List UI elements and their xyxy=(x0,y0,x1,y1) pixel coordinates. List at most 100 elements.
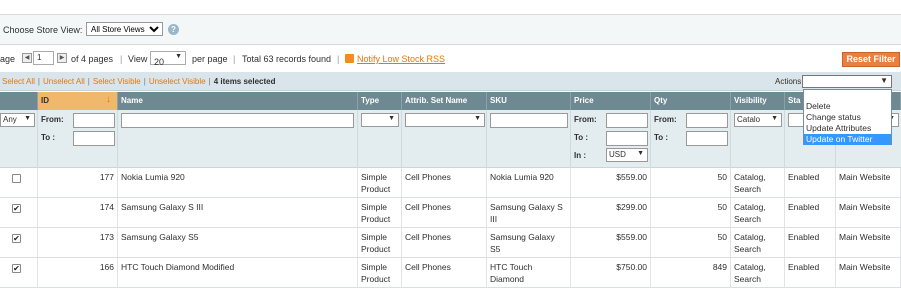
visibility-filter-select[interactable]: Catalo ▼ xyxy=(734,113,782,127)
header-id-label: ID xyxy=(41,96,49,105)
per-page-select[interactable]: 20 ▼ xyxy=(150,51,186,67)
cell-sku: HTC Touch Diamond xyxy=(487,258,571,288)
table-row[interactable]: 177 Nokia Lumia 920 Simple Product Cell Pho… xyxy=(0,168,901,198)
filter-attribute-set: ▼ xyxy=(402,110,487,168)
cell-attribute-set: Cell Phones xyxy=(402,258,487,288)
cell-websites: Main Website xyxy=(836,258,901,288)
filter-name xyxy=(118,110,358,168)
header-type[interactable]: Type xyxy=(358,92,402,110)
cell-websites: Main Website xyxy=(836,168,901,198)
chevron-down-icon: ▼ xyxy=(24,115,31,122)
cell-visibility: Catalog, Search xyxy=(731,258,785,288)
cell-price: $750.00 xyxy=(571,258,651,288)
price-from-input[interactable] xyxy=(606,113,648,128)
grid-header: ID ↓ Name Type Attrib. Set Name SKU Price… xyxy=(0,92,901,110)
cell-websites: Main Website xyxy=(836,198,901,228)
cell-price: $559.00 xyxy=(571,168,651,198)
divider: | xyxy=(87,77,90,86)
qty-from-input[interactable] xyxy=(686,113,728,128)
cell-attribute-set: Cell Phones xyxy=(402,228,487,258)
sort-arrow-icon: ↓ xyxy=(106,94,111,105)
notify-low-stock-link[interactable]: Notify Low Stock RSS xyxy=(357,54,445,64)
header-visibility[interactable]: Visibility xyxy=(731,92,785,110)
divider: | xyxy=(120,54,123,64)
currency-select[interactable]: USD ▼ xyxy=(606,148,648,162)
prev-page-icon[interactable]: ◀ xyxy=(22,53,32,63)
table-row[interactable]: ✔ 166 HTC Touch Diamond Modified Simple Pro… xyxy=(0,258,901,288)
cell-id: 173 xyxy=(38,228,118,258)
massaction-bar: Select All | Unselect All | Select Visible | U… xyxy=(0,72,901,91)
store-view-label: Choose Store View: xyxy=(3,25,83,35)
qty-to-input[interactable] xyxy=(686,131,728,146)
name-filter-input[interactable] xyxy=(121,113,354,128)
chevron-down-icon: ▼ xyxy=(388,115,395,122)
row-checkbox[interactable]: ✔ xyxy=(12,204,21,213)
filter-row: Any ▼ From: To : ▼ ▼ From: To : In : USD ▼… xyxy=(0,110,901,168)
row-checkbox[interactable] xyxy=(12,174,21,183)
actions-dropdown: Delete Change status Update Attributes U… xyxy=(803,89,892,145)
chevron-down-icon: ▼ xyxy=(175,53,182,60)
unselect-all-link[interactable]: Unselect All xyxy=(43,77,85,86)
filter-price: From: To : In : USD ▼ xyxy=(571,110,651,168)
row-checkbox-cell: ✔ xyxy=(0,198,38,228)
row-checkbox[interactable]: ✔ xyxy=(12,264,21,273)
visibility-filter-value: Catalo xyxy=(737,115,761,124)
reset-filter-button[interactable]: Reset Filter xyxy=(842,52,900,67)
header-qty[interactable]: Qty xyxy=(651,92,731,110)
next-page-icon[interactable]: ▶ xyxy=(57,53,67,63)
cell-name: Samsung Galaxy S III xyxy=(118,198,358,228)
qty-to-label: To : xyxy=(654,133,669,142)
cell-visibility: Catalog, Search xyxy=(731,228,785,258)
sku-filter-input[interactable] xyxy=(490,113,568,128)
cell-attribute-set: Cell Phones xyxy=(402,168,487,198)
table-row[interactable]: ✔ 173 Samsung Galaxy S5 Simple Product Cell … xyxy=(0,228,901,258)
attribute-set-filter-select[interactable]: ▼ xyxy=(405,113,485,127)
unselect-visible-link[interactable]: Unselect Visible xyxy=(149,77,206,86)
filter-massaction: Any ▼ xyxy=(0,110,38,168)
id-from-input[interactable] xyxy=(73,113,115,128)
action-option-delete[interactable]: Delete xyxy=(804,101,891,112)
cell-websites: Main Website xyxy=(836,228,901,258)
filter-any-select[interactable]: Any ▼ xyxy=(0,113,35,127)
chevron-down-icon: ▼ xyxy=(637,150,644,157)
header-attribute-set[interactable]: Attrib. Set Name xyxy=(402,92,487,110)
header-sku[interactable]: SKU xyxy=(487,92,571,110)
divider: | xyxy=(233,54,236,64)
divider: | xyxy=(208,77,211,86)
cell-name: Samsung Galaxy S5 xyxy=(118,228,358,258)
select-all-link[interactable]: Select All xyxy=(2,77,35,86)
per-page-value: 20 xyxy=(154,57,165,67)
action-option-update-on-twitter[interactable]: Update on Twitter xyxy=(804,134,891,145)
cell-id: 177 xyxy=(38,168,118,198)
massaction-links: Select All | Unselect All | Select Visible | U… xyxy=(2,77,276,86)
store-view-select[interactable]: All Store Views xyxy=(86,22,163,36)
row-checkbox[interactable]: ✔ xyxy=(12,234,21,243)
divider: | xyxy=(37,77,40,86)
header-id[interactable]: ID ↓ xyxy=(38,92,118,110)
row-checkbox-cell: ✔ xyxy=(0,228,38,258)
select-visible-link[interactable]: Select Visible xyxy=(93,77,141,86)
type-filter-select[interactable]: ▼ xyxy=(361,113,399,127)
action-option-change-status[interactable]: Change status xyxy=(804,112,891,123)
cell-type: Simple Product xyxy=(358,198,402,228)
table-row[interactable]: ✔ 174 Samsung Galaxy S III Simple Product Ce… xyxy=(0,198,901,228)
page-label: age xyxy=(0,54,16,64)
rss-icon xyxy=(345,54,354,63)
help-icon[interactable]: ? xyxy=(168,24,179,35)
page-count: of 4 pages xyxy=(71,54,114,64)
cell-visibility: Catalog, Search xyxy=(731,168,785,198)
cell-qty: 50 xyxy=(651,198,731,228)
action-option-update-attributes[interactable]: Update Attributes xyxy=(804,123,891,134)
header-name[interactable]: Name xyxy=(118,92,358,110)
id-from-label: From: xyxy=(41,115,64,124)
header-price[interactable]: Price xyxy=(571,92,651,110)
selected-count: 4 items selected xyxy=(213,77,276,86)
cell-attribute-set: Cell Phones xyxy=(402,198,487,228)
page-input[interactable]: 1 xyxy=(33,51,54,65)
top-strip xyxy=(0,0,901,15)
price-to-input[interactable] xyxy=(606,131,648,146)
id-to-label: To : xyxy=(41,133,56,142)
id-to-input[interactable] xyxy=(73,131,115,146)
actions-select[interactable]: ▼ xyxy=(802,75,892,88)
filter-sku xyxy=(487,110,571,168)
